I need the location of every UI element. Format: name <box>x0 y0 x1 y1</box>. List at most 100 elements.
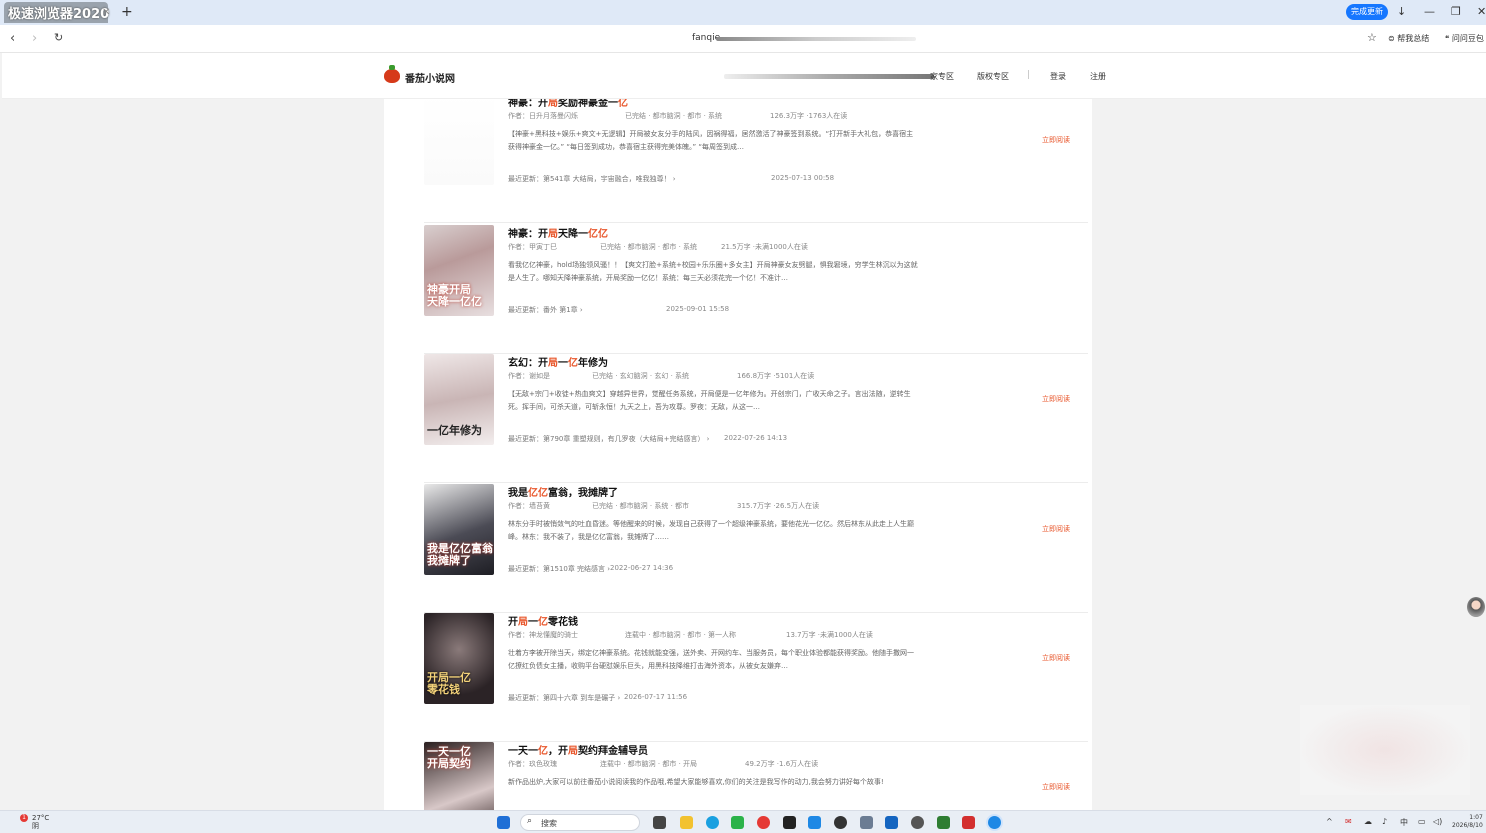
browser-active-icon[interactable] <box>988 816 1001 829</box>
update-button[interactable]: 完成更新 <box>1346 4 1388 20</box>
weather-widget[interactable]: 27°C 阴 <box>32 814 49 830</box>
settings-icon[interactable] <box>860 816 873 829</box>
update-time: 2025-07-13 00:58 <box>771 174 835 182</box>
edge-icon[interactable] <box>706 816 719 829</box>
nav-author-zone[interactable]: 家专区 <box>930 71 954 82</box>
site-header: 番茄小说网 家专区 版权专区 登录 注册 <box>2 53 1486 99</box>
book-cover[interactable]: 一天一亿 开局契约 <box>424 742 494 810</box>
read-now-button[interactable]: 立即阅读 <box>1042 524 1070 534</box>
register-link[interactable]: 注册 <box>1090 71 1106 82</box>
maximize-icon[interactable]: ❐ <box>1451 5 1461 18</box>
assistant-avatar-icon[interactable] <box>1467 597 1485 617</box>
feishu-icon[interactable] <box>808 816 821 829</box>
nav-copyright-zone[interactable]: 版权专区 <box>977 71 1009 82</box>
book-title[interactable]: 神豪：开局奖励神豪金一亿 <box>508 99 628 109</box>
microphone-icon[interactable]: ♪ <box>1382 817 1387 826</box>
notification-badge: 1 <box>20 814 28 822</box>
browser-tab[interactable]: 极速浏览器2020 ✕ <box>4 2 110 23</box>
tray-app-icon[interactable]: ✉ <box>1345 817 1352 826</box>
ask-doubao-label: 问问豆包 <box>1451 34 1484 43</box>
latest-chapter[interactable]: 最近更新：第四十六章 到车是碾子 › <box>508 693 620 703</box>
book-author: 作者：神龙懂魔的骑士 <box>508 631 578 639</box>
file-explorer-icon[interactable] <box>680 816 693 829</box>
read-now-button[interactable]: 立即阅读 <box>1042 135 1070 145</box>
book-item[interactable]: 一亿年修为 玄幻：开局一亿年修为 作者：谢如是 已完结 · 玄幻脑洞 · 玄幻 … <box>424 354 1088 483</box>
book-title[interactable]: 神豪：开局天降一亿亿 <box>508 225 608 240</box>
book-stats: 21.5万字 ·未满1000人在读 <box>721 243 808 251</box>
book-cover[interactable]: 一亿年修为 <box>424 354 494 445</box>
book-item[interactable]: 我是亿亿富翁 我摊牌了 我是亿亿富翁，我摊牌了 作者：墙苔黄 已完结 · 都市脑… <box>424 484 1088 613</box>
book-stats: 13.7万字 ·未满1000人在读 <box>786 631 873 639</box>
book-item[interactable]: 神豪开局 天降一亿亿 神豪：开局天降一亿亿 作者：甲寅丁巳 已完结 · 都市脑洞… <box>424 225 1088 354</box>
latest-chapter[interactable]: 最近更新：第541章 大结局，宇宙融合，唯我独尊！ › <box>508 174 676 184</box>
task-view-icon[interactable] <box>653 816 666 829</box>
bookmark-star-icon[interactable]: ☆ <box>1367 31 1377 44</box>
book-author: 作者：玖色玫瑰 <box>508 760 557 768</box>
book-cover[interactable]: 我是亿亿富翁 我摊牌了 <box>424 484 494 575</box>
book-description: 【无敌+宗门+收徒+热血爽文】穿越异世界，觉醒任务系统，开局便是一亿年修为。开创… <box>508 390 911 411</box>
book-tags: 已完结 · 玄幻脑洞 · 玄幻 · 系统 <box>592 372 690 380</box>
ime-indicator[interactable]: 中 <box>1400 817 1408 828</box>
read-now-button[interactable]: 立即阅读 <box>1042 394 1070 404</box>
site-name[interactable]: 番茄小说网 <box>405 70 455 85</box>
tray-expand-icon[interactable]: ^ <box>1326 817 1333 826</box>
windows-start-icon[interactable] <box>497 816 510 829</box>
book-cover[interactable]: 开局一亿 零花钱 <box>424 613 494 704</box>
read-now-button[interactable]: 立即阅读 <box>1042 653 1070 663</box>
book-description: 壮着方李被开除当天，绑定亿神豪系统。花钱就能变强，送外卖、开网约车、当服务员，每… <box>508 649 914 670</box>
app-red-icon[interactable] <box>757 816 770 829</box>
display-icon[interactable]: ▭ <box>1418 817 1426 826</box>
update-time: 2026-07-17 11:56 <box>624 693 688 701</box>
url-redacted <box>716 37 916 41</box>
book-item[interactable]: 开局一亿 零花钱 开局一亿零花钱 作者：神龙懂魔的骑士 连载中 · 都市脑洞 ·… <box>424 613 1088 742</box>
book-cover[interactable] <box>424 99 494 185</box>
cover-title: 一天一亿 开局契约 <box>427 745 471 770</box>
update-time: 2022-07-26 14:13 <box>724 434 788 442</box>
chatgpt-icon[interactable] <box>911 816 924 829</box>
book-title[interactable]: 玄幻：开局一亿年修为 <box>508 354 608 369</box>
book-title[interactable]: 开局一亿零花钱 <box>508 613 578 628</box>
tab-title: 极速浏览器2020 <box>8 7 110 22</box>
summarize-button[interactable]: ⊜ 帮我总结 <box>1388 33 1429 44</box>
ask-doubao-button[interactable]: ❝ 问问豆包 <box>1445 33 1484 44</box>
latest-chapter[interactable]: 最近更新：第1510章 完结感言 › <box>508 564 610 574</box>
new-tab-icon[interactable]: + <box>121 4 133 20</box>
latest-chapter[interactable]: 最近更新：番外 第1章 › <box>508 305 583 315</box>
taskbar-search[interactable]: ⌕ 搜索 <box>520 814 640 831</box>
photos-icon[interactable] <box>885 816 898 829</box>
login-link[interactable]: 登录 <box>1050 71 1066 82</box>
tomato-logo-icon <box>384 65 400 83</box>
close-window-icon[interactable]: ✕ <box>1477 5 1486 18</box>
book-title[interactable]: 我是亿亿富翁，我摊牌了 <box>508 484 618 499</box>
forward-icon[interactable]: › <box>32 31 37 46</box>
tray-network-icon[interactable]: ☁ <box>1364 817 1372 826</box>
book-title[interactable]: 一天一亿，开局契约拜金辅导员 <box>508 742 648 757</box>
app-dark-icon[interactable] <box>783 816 796 829</box>
download-icon[interactable]: ↓ <box>1397 5 1406 18</box>
windows-taskbar: 1 27°C 阴 ⌕ 搜索 ^ ✉ ☁ ♪ 中 ▭ ◁) 1:07 2026/8… <box>0 810 1486 833</box>
minimize-icon[interactable]: — <box>1424 5 1435 18</box>
update-time: 2025-09-01 15:58 <box>666 305 730 313</box>
latest-chapter[interactable]: 最近更新：第790章 重塑规则，有几罗夜（大结局+完结感言） › <box>508 434 709 444</box>
book-stats: 315.7万字 ·26.5万人在读 <box>737 502 820 510</box>
notes-icon[interactable] <box>937 816 950 829</box>
wps-icon[interactable] <box>962 816 975 829</box>
volume-icon[interactable]: ◁) <box>1433 817 1442 826</box>
wechat-icon[interactable] <box>731 816 744 829</box>
weather-temp: 27°C <box>32 814 50 822</box>
qq-icon[interactable] <box>834 816 847 829</box>
book-cover[interactable]: 神豪开局 天降一亿亿 <box>424 225 494 316</box>
read-now-button[interactable]: 立即阅读 <box>1042 782 1070 792</box>
back-icon[interactable]: ‹ <box>10 31 15 46</box>
summarize-label: 帮我总结 <box>1397 34 1430 43</box>
book-tags: 连载中 · 都市脑洞 · 都市 · 第一人称 <box>625 631 737 639</box>
reload-icon[interactable]: ↻ <box>54 31 63 44</box>
book-item[interactable]: 一天一亿 开局契约 一天一亿，开局契约拜金辅导员 作者：玖色玫瑰 连载中 · 都… <box>424 742 1088 810</box>
book-author: 作者：墙苔黄 <box>508 502 550 510</box>
weather-desc: 阴 <box>32 822 39 830</box>
book-item[interactable]: 神豪：开局奖励神豪金一亿 作者：日升月落曼闪烁 已完结 · 都市脑洞 · 都市 … <box>424 99 1088 223</box>
system-clock[interactable]: 1:07 2026/8/10 <box>1452 814 1483 830</box>
book-author: 作者：谢如是 <box>508 372 550 380</box>
tab-close-icon[interactable]: ✕ <box>102 7 110 18</box>
nav-divider <box>1028 70 1029 79</box>
